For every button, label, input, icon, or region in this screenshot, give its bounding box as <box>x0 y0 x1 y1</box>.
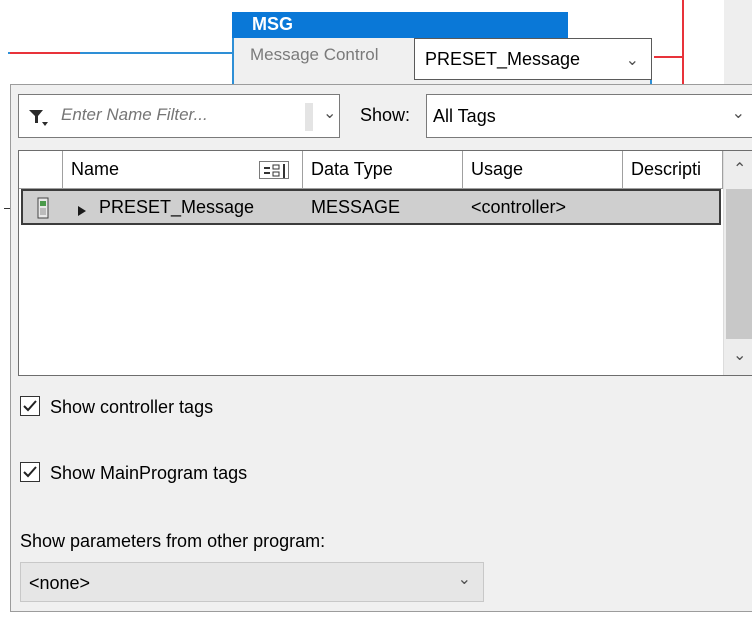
message-control-value: PRESET_Message <box>425 49 581 69</box>
scrollbar-thumb[interactable] <box>726 189 752 339</box>
row-usage: <controller> <box>471 197 567 217</box>
column-header-data-type-label: Data Type <box>311 159 393 179</box>
params-combo[interactable]: <none> ⌄ <box>20 562 484 602</box>
row-name: PRESET_Message <box>99 197 255 217</box>
show-label: Show: <box>360 105 411 125</box>
grid-corner-header <box>19 151 63 189</box>
column-chooser-icon[interactable] <box>259 161 289 179</box>
grid-scrollbar[interactable]: ⌃ ⌄ <box>723 151 752 375</box>
column-header-name-label: Name <box>71 159 120 179</box>
name-filter-input[interactable] <box>59 101 299 129</box>
rung-wire-left-red-tick <box>10 52 80 54</box>
tag-grid: Name Data Type Usage Descripti PRESET_Me… <box>18 150 752 376</box>
chevron-down-icon[interactable]: ⌄ <box>626 41 639 81</box>
show-combo[interactable]: All Tags ⌄ <box>426 94 752 138</box>
rung-wire-right <box>654 56 684 58</box>
show-controller-tags-label[interactable]: Show controller tags <box>50 397 213 418</box>
params-label: Show parameters from other program: <box>20 531 326 551</box>
show-mainprogram-tags-label[interactable]: Show MainProgram tags <box>50 463 247 484</box>
msg-block-left-border <box>232 38 234 88</box>
scroll-up-icon[interactable]: ⌃ <box>733 159 746 179</box>
column-header-data-type[interactable]: Data Type <box>303 151 463 189</box>
filter-divider <box>305 103 313 131</box>
show-mainprogram-tags-checkbox[interactable] <box>20 462 40 482</box>
right-rail <box>682 0 684 88</box>
name-filter-box[interactable]: ⌄ <box>18 94 340 138</box>
show-combo-value: All Tags <box>433 106 496 126</box>
right-gray-region <box>724 0 752 88</box>
column-header-description-label: Descripti <box>631 159 702 179</box>
chevron-down-icon[interactable]: ⌄ <box>732 103 745 123</box>
msg-block-header: MSG <box>232 12 568 38</box>
filter-dropdown-chevron-icon[interactable]: ⌄ <box>323 103 336 123</box>
expand-arrow-icon[interactable] <box>77 201 87 222</box>
message-control-label: Message Control <box>250 45 379 64</box>
chevron-down-icon[interactable]: ⌄ <box>458 569 471 589</box>
filter-icon[interactable] <box>27 105 51 129</box>
rung-tick-mark <box>4 208 10 209</box>
tag-type-icon <box>37 197 49 219</box>
column-header-usage[interactable]: Usage <box>463 151 623 189</box>
show-controller-tags-checkbox[interactable] <box>20 396 40 416</box>
column-header-usage-label: Usage <box>471 159 524 179</box>
table-row[interactable]: PRESET_Message MESSAGE <controller> <box>21 189 721 225</box>
params-combo-value: <none> <box>29 573 91 593</box>
scroll-down-icon[interactable]: ⌄ <box>733 345 746 365</box>
column-header-description[interactable]: Descripti <box>623 151 723 189</box>
message-control-combo[interactable]: PRESET_Message ⌄ <box>414 38 652 80</box>
row-data-type: MESSAGE <box>311 197 401 217</box>
